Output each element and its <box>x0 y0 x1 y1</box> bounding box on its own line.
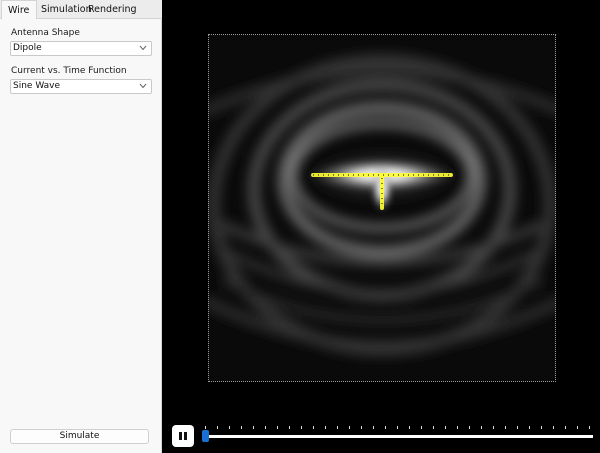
timeline-tick <box>433 426 434 429</box>
timeline-tick <box>241 426 242 429</box>
simulation-viewport[interactable] <box>163 0 600 453</box>
timeline-tick <box>493 426 494 429</box>
timeline-tick <box>313 426 314 429</box>
tab-bar: Wire Simulation Rendering <box>0 0 162 20</box>
current-function-value: Sine Wave <box>13 81 61 91</box>
timeline-tick <box>397 426 398 429</box>
timeline-tick <box>325 426 326 429</box>
settings-sidebar: Wire Simulation Rendering Antenna Shape … <box>0 0 162 453</box>
timeline-tick <box>409 426 410 429</box>
timeline-tick <box>565 426 566 429</box>
timeline-tick <box>577 426 578 429</box>
pause-icon <box>179 432 182 440</box>
timeline-tick <box>541 426 542 429</box>
chevron-down-icon <box>139 45 147 51</box>
timeline-track[interactable] <box>205 435 593 438</box>
timeline-tick <box>205 426 206 429</box>
timeline-tick <box>505 426 506 429</box>
timeline-tick <box>385 426 386 429</box>
antenna-shape-value: Dipole <box>13 43 42 53</box>
timeline-tick <box>265 426 266 429</box>
timeline-tick <box>361 426 362 429</box>
simulation-bounds <box>208 34 556 382</box>
timeline-tick <box>301 426 302 429</box>
tab-wire[interactable]: Wire <box>1 0 37 20</box>
timeline-tick <box>421 426 422 429</box>
timeline-tick <box>277 426 278 429</box>
timeline-tick <box>481 426 482 429</box>
timeline-tick <box>529 426 530 429</box>
tab-rendering[interactable]: Rendering <box>88 0 137 19</box>
tab-simulation[interactable]: Simulation <box>41 0 92 19</box>
timeline-tick <box>469 426 470 429</box>
timeline-tick <box>589 426 590 429</box>
timeline-tick <box>253 426 254 429</box>
timeline-tick <box>553 426 554 429</box>
timeline-tick <box>445 426 446 429</box>
pause-button[interactable] <box>172 425 194 447</box>
timeline-thumb[interactable] <box>202 430 209 442</box>
timeline-tick <box>289 426 290 429</box>
wire-panel: Antenna Shape Dipole Current vs. Time Fu… <box>0 19 161 453</box>
timeline-tick <box>457 426 458 429</box>
current-function-select[interactable]: Sine Wave <box>10 79 152 94</box>
timeline-tick <box>217 426 218 429</box>
timeline-ticks <box>205 426 593 429</box>
chevron-down-icon <box>139 83 147 89</box>
antenna-shape-select[interactable]: Dipole <box>10 41 152 56</box>
timeline-tick <box>373 426 374 429</box>
current-function-label: Current vs. Time Function <box>11 66 127 76</box>
timeline-tick <box>229 426 230 429</box>
timeline-tick <box>349 426 350 429</box>
antenna-shape-label: Antenna Shape <box>11 28 80 38</box>
pause-icon <box>184 432 187 440</box>
timeline-tick <box>517 426 518 429</box>
simulate-button[interactable]: Simulate <box>10 429 149 444</box>
timeline-tick <box>337 426 338 429</box>
